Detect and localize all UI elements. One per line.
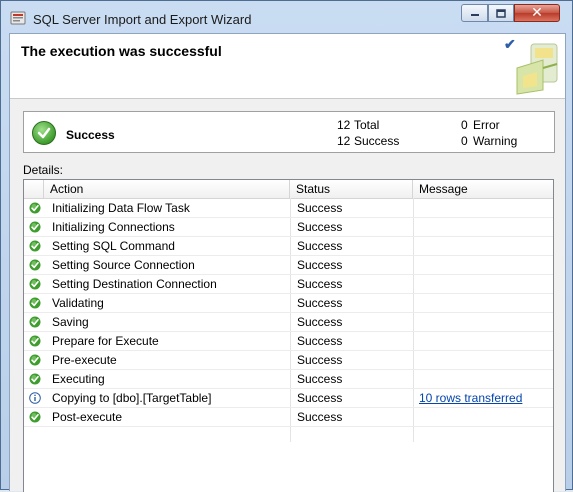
summary-panel: Success 12 Total 12 Success 0 Error 0 Wa… [23, 111, 555, 153]
message-cell [419, 332, 551, 350]
overall-status: Success [66, 128, 115, 142]
close-icon: ✕ [531, 5, 543, 21]
success-icon [29, 411, 41, 423]
success-icon [29, 202, 41, 214]
status-cell: Success [297, 315, 343, 329]
message-cell [419, 313, 551, 331]
status-cell: Success [297, 353, 343, 367]
window-title: SQL Server Import and Export Wizard [33, 12, 252, 27]
page-header: The execution was successful ✔ [10, 34, 565, 99]
table-row[interactable]: Initializing Data Flow Task Success [24, 199, 553, 218]
status-cell: Success [297, 410, 343, 424]
icon-column-header[interactable] [24, 180, 44, 198]
success-icon [32, 121, 56, 145]
maximize-button[interactable] [488, 4, 514, 22]
message-cell [419, 237, 551, 255]
table-row[interactable]: Pre-execute Success [24, 351, 553, 370]
success-icon [29, 297, 41, 309]
total-label: Total [354, 118, 380, 132]
table-row[interactable]: Setting SQL Command Success [24, 237, 553, 256]
action-cell: Post-execute [52, 410, 123, 424]
message-cell [419, 370, 551, 388]
status-cell: Success [297, 334, 343, 348]
maximize-icon [496, 8, 506, 18]
message-cell [419, 294, 551, 312]
title-bar[interactable]: SQL Server Import and Export Wizard ✕ [1, 1, 572, 35]
message-cell [419, 199, 551, 217]
grid-header: Action Status Message [24, 180, 553, 199]
warning-label: Warning [473, 134, 518, 148]
success-icon [29, 278, 41, 290]
table-row[interactable]: Validating Success [24, 294, 553, 313]
message-cell [419, 256, 551, 274]
wizard-window: SQL Server Import and Export Wizard ✕ Th… [0, 0, 573, 492]
success-icon [29, 354, 41, 366]
action-cell: Setting Source Connection [52, 258, 195, 272]
message-cell [419, 275, 551, 293]
total-count: 12 [337, 118, 351, 132]
close-button[interactable]: ✕ [514, 4, 560, 22]
action-cell: Executing [52, 372, 105, 386]
action-column-header[interactable]: Action [44, 180, 290, 198]
message-cell [419, 218, 551, 236]
action-cell: Copying to [dbo].[TargetTable] [52, 391, 212, 405]
table-row[interactable]: Setting Source Connection Success [24, 256, 553, 275]
warning-count: 0 [461, 134, 468, 148]
status-cell: Success [297, 372, 343, 386]
minimize-icon [470, 14, 479, 16]
status-cell: Success [297, 391, 343, 405]
info-icon [29, 392, 41, 404]
action-cell: Pre-execute [52, 353, 117, 367]
message-link[interactable]: 10 rows transferred [419, 389, 551, 407]
page-title: The execution was successful [21, 43, 222, 59]
wizard-content: The execution was successful ✔ Success 1… [9, 33, 566, 492]
table-row[interactable]: Executing Success [24, 370, 553, 389]
action-cell: Setting SQL Command [52, 239, 175, 253]
table-row[interactable]: Prepare for Execute Success [24, 332, 553, 351]
minimize-button[interactable] [461, 4, 488, 22]
action-cell: Initializing Data Flow Task [52, 201, 190, 215]
message-cell [419, 351, 551, 369]
wizard-graphic-icon [516, 43, 558, 95]
details-grid[interactable]: Action Status Message Initializing Data … [23, 179, 554, 492]
action-cell: Validating [52, 296, 104, 310]
sql-server-app-icon [10, 11, 26, 25]
success-icon [29, 240, 41, 252]
error-count: 0 [461, 118, 468, 132]
success-icon [29, 335, 41, 347]
message-cell [419, 408, 551, 426]
success-icon [29, 373, 41, 385]
details-label: Details: [23, 163, 64, 177]
status-cell: Success [297, 220, 343, 234]
status-cell: Success [297, 201, 343, 215]
action-cell: Prepare for Execute [52, 334, 159, 348]
message-column-header[interactable]: Message [413, 180, 553, 198]
success-icon [29, 259, 41, 271]
table-row[interactable]: Post-execute Success [24, 408, 553, 427]
status-cell: Success [297, 258, 343, 272]
status-column-header[interactable]: Status [290, 180, 413, 198]
table-row[interactable]: Copying to [dbo].[TargetTable] Success 10 … [24, 389, 553, 408]
success-count: 12 [337, 134, 351, 148]
table-row[interactable]: Setting Destination Connection Success [24, 275, 553, 294]
action-cell: Initializing Connections [52, 220, 175, 234]
success-label: Success [354, 134, 400, 148]
status-cell: Success [297, 277, 343, 291]
action-cell: Setting Destination Connection [52, 277, 217, 291]
success-icon [29, 221, 41, 233]
status-cell: Success [297, 239, 343, 253]
success-icon [29, 316, 41, 328]
error-label: Error [473, 118, 500, 132]
action-cell: Saving [52, 315, 89, 329]
table-row[interactable]: Initializing Connections Success [24, 218, 553, 237]
status-cell: Success [297, 296, 343, 310]
table-row[interactable]: Saving Success [24, 313, 553, 332]
